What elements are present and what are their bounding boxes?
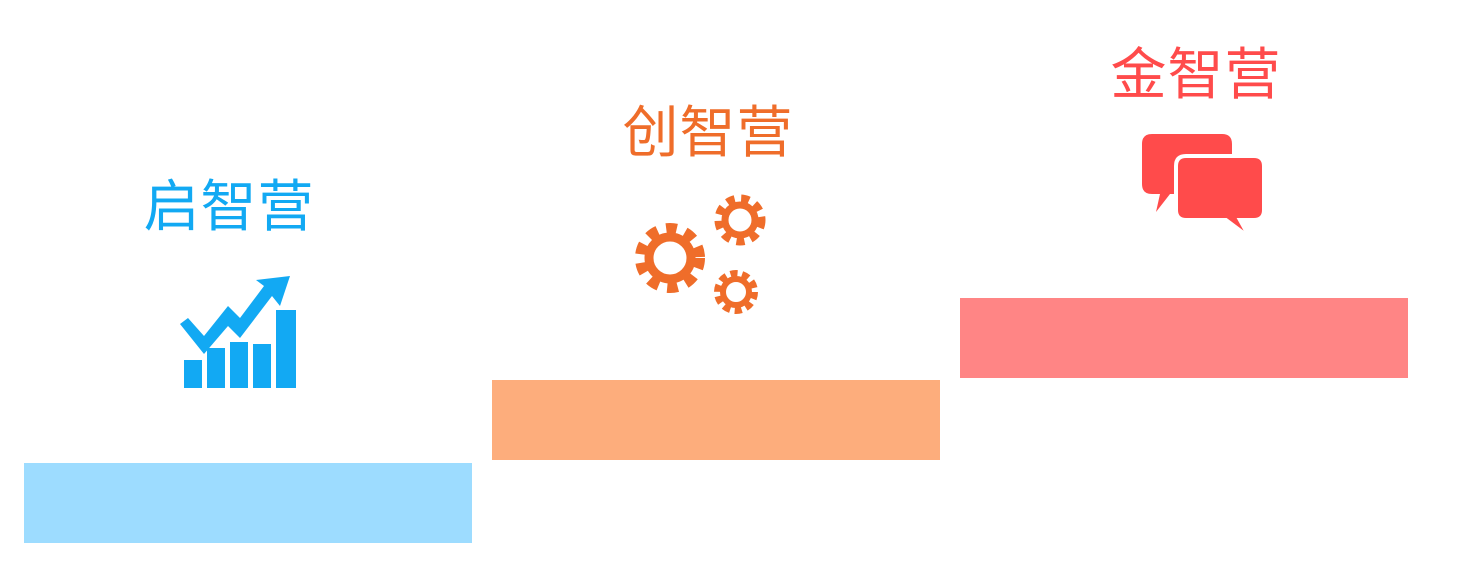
stage-title-chuangzhi: 创智营 bbox=[622, 101, 794, 166]
growth-chart-icon bbox=[180, 276, 296, 388]
stage-title-jinzhi: 金智营 bbox=[1110, 43, 1282, 108]
gears-icon bbox=[635, 194, 766, 314]
stage-title-qizhi: 启智营 bbox=[143, 175, 315, 240]
step-bar-1 bbox=[24, 463, 472, 543]
chat-bubbles-icon bbox=[1142, 134, 1266, 240]
step-bar-3 bbox=[960, 298, 1408, 378]
step-bar-2 bbox=[492, 380, 940, 460]
